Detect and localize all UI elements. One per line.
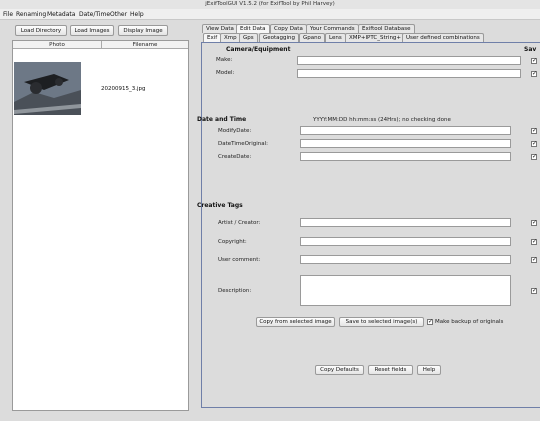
menu-other[interactable]: Other bbox=[110, 10, 127, 19]
modifydate-label: ModifyDate: bbox=[218, 128, 252, 134]
window-title: jExifToolGUI V1.5.2 (for ExifTool by Phi… bbox=[0, 0, 540, 9]
help-button[interactable]: Help bbox=[417, 365, 441, 375]
menu-help[interactable]: Help bbox=[130, 10, 144, 19]
datetimeoriginal-label: DateTimeOriginal: bbox=[218, 141, 268, 147]
copyright-label: Copyright: bbox=[218, 239, 247, 245]
menu-metadata[interactable]: Metadata bbox=[47, 10, 75, 19]
save-user-comment-checkbox[interactable] bbox=[531, 256, 537, 263]
description-field[interactable] bbox=[300, 275, 511, 306]
copy-from-selected-image-button[interactable]: Copy from selected image bbox=[256, 317, 335, 327]
save-copyright-checkbox[interactable] bbox=[531, 238, 537, 245]
photo-column-header[interactable]: Photo bbox=[13, 41, 102, 49]
tab-view-data[interactable]: View Data bbox=[202, 24, 238, 33]
creative-section-title: Creative Tags bbox=[197, 202, 243, 209]
modifydate-field[interactable] bbox=[300, 126, 511, 135]
copyright-field[interactable] bbox=[300, 237, 511, 246]
save-createdate-checkbox[interactable] bbox=[531, 153, 537, 160]
tab-xmp[interactable]: Xmp bbox=[220, 33, 241, 42]
make-backup-label: Make backup of originals bbox=[435, 319, 504, 325]
camera-section-title: Camera/Equipment bbox=[226, 46, 291, 53]
model-field[interactable] bbox=[297, 69, 521, 78]
createdate-field[interactable] bbox=[300, 152, 511, 161]
tab-copy-data[interactable]: Copy Data bbox=[270, 24, 307, 33]
table-row[interactable]: 20200915_3.jpg bbox=[13, 50, 188, 115]
save-description-checkbox[interactable] bbox=[531, 287, 537, 294]
tab-exiftool-database[interactable]: Exiftool Database bbox=[358, 24, 415, 33]
menu-bar: File Renaming Metadata Date/Time Other H… bbox=[0, 9, 540, 20]
menu-renaming[interactable]: Renaming bbox=[16, 10, 46, 19]
tab-user-defined-combinations[interactable]: User defined combinations bbox=[402, 33, 484, 42]
display-image-button[interactable]: Display Image bbox=[118, 25, 168, 36]
tab-xmp-iptc-string[interactable]: XMP+IPTC_String+ bbox=[345, 33, 406, 42]
tab-gps[interactable]: Gps bbox=[239, 33, 258, 42]
save-make-checkbox[interactable] bbox=[531, 57, 537, 64]
make-backup-checkbox[interactable] bbox=[427, 318, 433, 325]
tab-exif[interactable]: Exif bbox=[203, 33, 222, 42]
file-list-panel: Photo Filename 20200915_3.jpg bbox=[12, 40, 189, 411]
load-images-button[interactable]: Load Images bbox=[70, 25, 114, 36]
tab-edit-data[interactable]: Edit Data bbox=[236, 24, 270, 33]
description-label: Description: bbox=[218, 288, 252, 294]
copy-defaults-button[interactable]: Copy Defaults bbox=[315, 365, 364, 375]
artist-field[interactable] bbox=[300, 218, 511, 227]
menu-file[interactable]: File bbox=[3, 10, 13, 19]
save-model-checkbox[interactable] bbox=[531, 70, 537, 77]
load-directory-button[interactable]: Load Directory bbox=[15, 25, 67, 36]
tab-your-commands[interactable]: Your Commands bbox=[306, 24, 359, 33]
createdate-label: CreateDate: bbox=[218, 154, 252, 160]
tab-geotagging[interactable]: Geotagging bbox=[259, 33, 300, 42]
artist-label: Artist / Creator: bbox=[218, 220, 261, 226]
menu-datetime[interactable]: Date/Time bbox=[79, 10, 110, 19]
save-artist-checkbox[interactable] bbox=[531, 219, 537, 226]
photo-thumbnail[interactable] bbox=[14, 62, 81, 115]
make-label: Make: bbox=[216, 57, 233, 63]
user-comment-label: User comment: bbox=[218, 257, 261, 263]
make-field[interactable] bbox=[297, 56, 521, 65]
filename-column-header[interactable]: Filename bbox=[102, 41, 188, 49]
save-to-selected-images-button[interactable]: Save to selected image(s) bbox=[339, 317, 424, 327]
datetime-format-hint: YYYY:MM:DD hh:mm:ss (24Hrs); no checking… bbox=[313, 117, 451, 123]
reset-fields-button[interactable]: Reset fields bbox=[368, 365, 413, 375]
save-modifydate-checkbox[interactable] bbox=[531, 127, 537, 134]
save-column-header: Sav bbox=[524, 46, 537, 53]
user-comment-field[interactable] bbox=[300, 255, 511, 264]
datetime-section-title: Date and Time bbox=[197, 116, 247, 123]
filename-cell: 20200915_3.jpg bbox=[101, 86, 146, 92]
datetimeoriginal-field[interactable] bbox=[300, 139, 511, 148]
tab-lens[interactable]: Lens bbox=[325, 33, 346, 42]
model-label: Model: bbox=[216, 70, 235, 76]
exif-edit-panel: Camera/Equipment Sav Make: Model: Date a… bbox=[197, 42, 540, 408]
tab-gpano[interactable]: Gpano bbox=[299, 33, 325, 42]
save-datetimeoriginal-checkbox[interactable] bbox=[531, 140, 537, 147]
